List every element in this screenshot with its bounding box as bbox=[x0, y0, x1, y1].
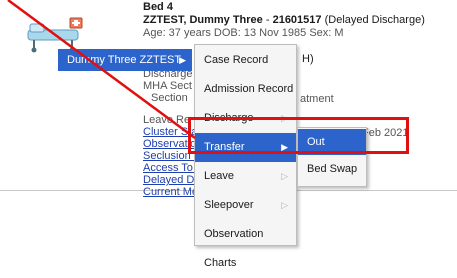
red-pointer-line bbox=[7, 0, 196, 140]
